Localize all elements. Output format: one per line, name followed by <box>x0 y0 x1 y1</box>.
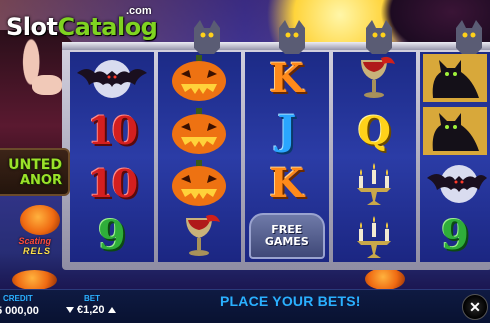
reel-5: 9 <box>420 52 490 262</box>
symbol-ten: 10 <box>87 160 138 206</box>
symbol-k: K <box>269 54 305 102</box>
gargoyle-icon <box>279 20 305 54</box>
bet-label: BET <box>84 294 100 303</box>
bat-icon <box>76 60 147 99</box>
feature-sign-line2: RELS <box>22 246 51 256</box>
gargoyle-icon <box>366 20 392 54</box>
symbol-cell: 9 <box>70 210 154 263</box>
gargoyle-icon <box>194 20 220 54</box>
symbol-cell <box>158 157 242 210</box>
symbol-cell: 10 <box>70 157 154 210</box>
symbol-cell <box>420 52 490 105</box>
game-title-sign: UNTED ANOR <box>0 148 70 196</box>
logo-text-slot: Slot <box>6 13 58 41</box>
symbol-nine: 9 <box>441 212 469 260</box>
black-cat-icon <box>423 54 488 103</box>
symbol-nine: 9 <box>97 212 126 260</box>
side-pumpkin-bottom-left <box>12 270 57 290</box>
symbol-q: Q <box>357 108 391 154</box>
close-icon: ✕ <box>469 298 481 315</box>
symbol-k: K <box>269 159 305 207</box>
symbol-cell: K <box>245 52 329 105</box>
reels-grid[interactable]: 10 10 9 K J K FREE GAMES Q 9 <box>70 52 490 262</box>
reel-2 <box>157 52 242 263</box>
gargoyle-icon <box>456 20 482 54</box>
symbol-cell <box>333 210 417 263</box>
credit-label: CREDIT <box>3 294 33 303</box>
logo-text-com: .com <box>126 5 152 17</box>
credit-value: 5 000,00 <box>0 305 39 317</box>
logo-text-catalog: Catalog <box>57 13 158 41</box>
symbol-cell <box>158 105 242 158</box>
symbol-cell: FREE GAMES <box>245 210 329 263</box>
symbol-cell: J <box>245 105 329 158</box>
reel-4: Q <box>332 52 417 263</box>
bet-selector: €1,20 <box>66 304 116 316</box>
black-cat-icon <box>423 106 488 155</box>
goblet-icon <box>186 214 221 256</box>
free-games-bonus-symbol: FREE GAMES <box>248 212 325 259</box>
bet-increase-button[interactable] <box>107 307 116 313</box>
feature-sign: Scating RELS <box>0 236 55 258</box>
bat-icon <box>427 165 488 204</box>
reel-1: 10 10 9 <box>70 52 154 262</box>
bet-decrease-button[interactable] <box>66 307 74 313</box>
symbol-cell: 9 <box>420 210 490 263</box>
symbol-cell: K <box>245 157 329 210</box>
symbol-cell <box>333 52 417 105</box>
bonus-text-line2: GAMES <box>264 234 309 248</box>
symbol-cell <box>70 52 154 105</box>
bonus-text-line1: FREE <box>271 222 303 236</box>
jack-o-lantern-icon <box>172 107 227 154</box>
side-pumpkin-bottom <box>365 268 405 290</box>
jack-o-lantern-icon <box>172 160 227 207</box>
jack-o-lantern-icon <box>172 55 227 102</box>
side-pumpkin-left <box>20 205 60 235</box>
close-button[interactable]: ✕ <box>462 294 488 320</box>
symbol-j: J <box>277 107 297 155</box>
candelabra-icon <box>357 215 392 258</box>
symbol-cell <box>333 157 417 210</box>
game-title-line2: ANOR <box>19 172 62 188</box>
status-message: PLACE YOUR BETS! <box>220 293 361 309</box>
symbol-cell: 10 <box>70 105 154 158</box>
symbol-cell <box>158 210 242 263</box>
goblet-icon <box>361 57 396 99</box>
reel-3: K J K FREE GAMES <box>245 52 329 262</box>
symbol-cell <box>158 52 242 105</box>
symbol-cell: Q <box>333 105 417 158</box>
character-hand <box>32 75 62 95</box>
symbol-ten: 10 <box>87 108 138 154</box>
candelabra-icon <box>357 163 392 206</box>
symbol-cell <box>420 105 490 158</box>
bet-value: €1,20 <box>77 304 105 316</box>
slotcatalog-logo: Slot Catalog .com <box>6 5 158 41</box>
symbol-cell <box>420 157 490 210</box>
feature-sign-line1: Scating <box>18 236 51 246</box>
game-title-line1: UNTED <box>8 156 62 173</box>
